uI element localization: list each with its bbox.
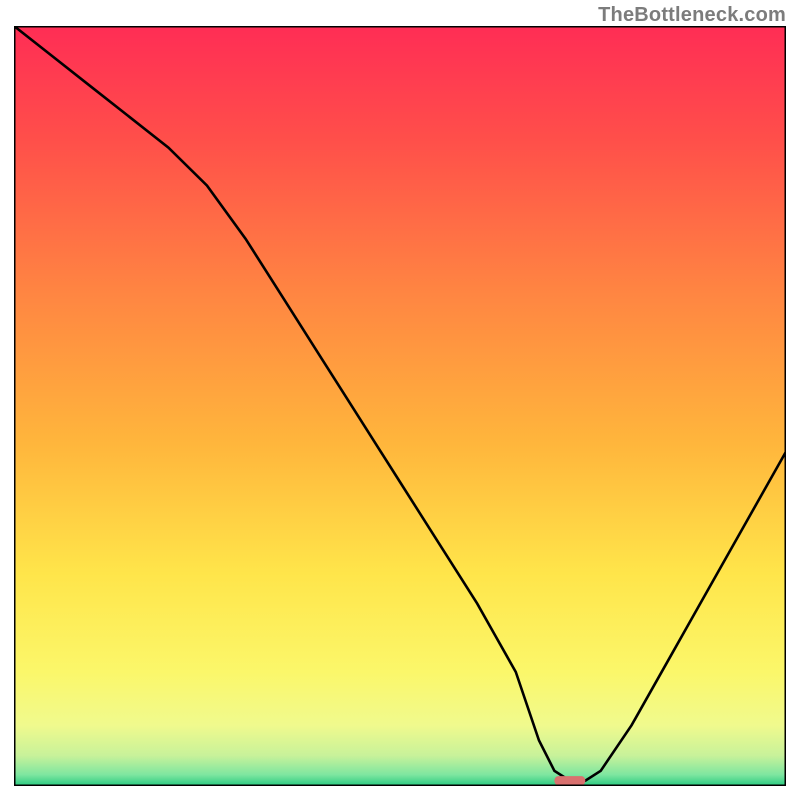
gradient-background [14, 26, 786, 786]
plot-area [14, 26, 786, 786]
optimal-marker [554, 776, 585, 785]
chart-frame: TheBottleneck.com [0, 0, 800, 800]
watermark-text: TheBottleneck.com [598, 4, 786, 27]
bottleneck-curve-chart [14, 26, 786, 786]
